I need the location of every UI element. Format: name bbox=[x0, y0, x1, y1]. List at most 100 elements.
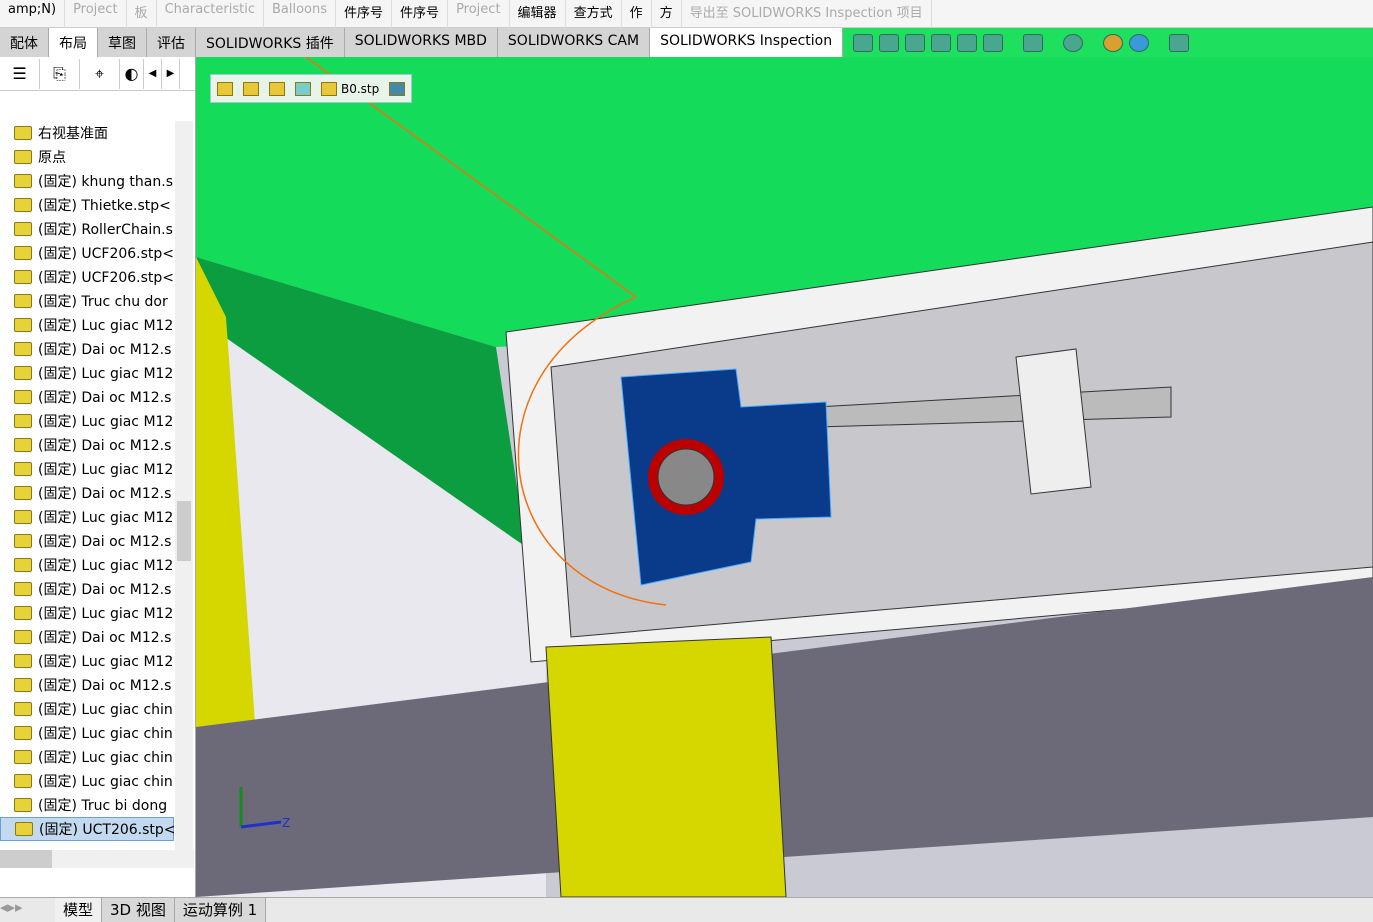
face-icon[interactable] bbox=[389, 81, 406, 96]
tab-4[interactable]: SOLIDWORKS 插件 bbox=[196, 28, 345, 57]
bottom-tab[interactable]: 3D 视图 bbox=[102, 898, 175, 922]
tree-item-label: (固定) Luc giac M12 bbox=[38, 366, 174, 382]
bottom-tab[interactable]: 模型 bbox=[55, 898, 103, 922]
tab-6[interactable]: SOLIDWORKS CAM bbox=[497, 28, 651, 57]
previous-view-icon[interactable] bbox=[905, 33, 926, 52]
tab-2[interactable]: 草图 bbox=[98, 28, 147, 57]
edit-appearance-icon[interactable] bbox=[1103, 33, 1124, 52]
tree-item[interactable]: (固定) UCF206.stp< bbox=[0, 265, 174, 289]
ribbon-command[interactable]: 件序号 bbox=[392, 0, 449, 28]
hide-show-icon[interactable] bbox=[1063, 33, 1084, 52]
fixed-part-icon[interactable] bbox=[321, 81, 337, 96]
tree-item[interactable]: (固定) UCT206.stp< bbox=[0, 817, 174, 841]
component-icon bbox=[14, 366, 32, 380]
3d-model-view: Z bbox=[196, 57, 1373, 897]
component-icon bbox=[14, 390, 32, 404]
dynamic-annotation-icon[interactable] bbox=[957, 33, 978, 52]
component-icon bbox=[14, 678, 32, 692]
tree-item-label: (固定) khung than.s bbox=[38, 174, 173, 190]
ribbon-command[interactable]: Project bbox=[65, 0, 127, 28]
feature-tree-tab-icon[interactable]: ☰ bbox=[0, 58, 40, 89]
zoom-to-area-icon[interactable] bbox=[879, 33, 900, 52]
command-tabs: 配体 布局 草图 评估 SOLIDWORKS 插件 SOLIDWORKS MBD SOLID… bbox=[0, 28, 1373, 57]
ribbon-command[interactable]: Project bbox=[448, 0, 510, 28]
tree-item[interactable]: (固定) UCF206.stp< bbox=[0, 241, 174, 265]
tree-item-label: (固定) Dai oc M12.s bbox=[38, 582, 172, 598]
ribbon-command[interactable]: 编辑器 bbox=[510, 0, 566, 28]
tree-item[interactable]: (固定) Dai oc M12.s bbox=[0, 337, 174, 361]
tree-item[interactable]: (固定) Luc giac M12 bbox=[0, 457, 174, 481]
tree-item[interactable]: (固定) Thietke.stp< bbox=[0, 193, 174, 217]
ribbon-command[interactable]: Balloons bbox=[264, 0, 337, 28]
tree-item[interactable]: (固定) Dai oc M12.s bbox=[0, 673, 174, 697]
tree-horizontal-scrollbar[interactable] bbox=[0, 850, 194, 868]
tree-item[interactable]: (固定) Dai oc M12.s bbox=[0, 481, 174, 505]
ribbon-command[interactable]: 查方式 bbox=[566, 0, 622, 28]
ribbon-command[interactable]: 导出至 SOLIDWORKS Inspection 项目 bbox=[682, 0, 932, 28]
property-manager-tab-icon[interactable]: ⎘ bbox=[40, 58, 80, 89]
scroll-right-button[interactable]: ▶ bbox=[162, 58, 180, 89]
tree-vertical-scrollbar[interactable] bbox=[175, 121, 193, 851]
tree-item[interactable]: (固定) Dai oc M12.s bbox=[0, 625, 174, 649]
view-orientation-icon[interactable] bbox=[983, 33, 1004, 52]
tree-item[interactable]: (固定) Luc giac M12 bbox=[0, 361, 174, 385]
tab-7[interactable]: SOLIDWORKS Inspection bbox=[650, 28, 844, 57]
tree-item-label: (固定) RollerChain.s bbox=[38, 222, 173, 238]
appearance-tab-icon[interactable]: ◐ bbox=[120, 58, 144, 89]
tree-item[interactable]: (固定) Luc giac M12 bbox=[0, 313, 174, 337]
tree-item[interactable]: (固定) Luc giac M12 bbox=[0, 553, 174, 577]
zoom-to-fit-icon[interactable] bbox=[853, 33, 874, 52]
component-icon bbox=[14, 438, 32, 452]
tree-item-label: (固定) Truc bi dong bbox=[38, 798, 168, 814]
tree-item[interactable]: 原点 bbox=[0, 145, 174, 169]
ribbon-command[interactable]: Characteristic bbox=[157, 0, 264, 28]
display-style-icon[interactable] bbox=[1023, 33, 1044, 52]
ribbon-command[interactable]: amp;N) bbox=[0, 0, 66, 28]
tree-item[interactable]: (固定) Luc giac chin bbox=[0, 745, 174, 769]
assembly-icon[interactable] bbox=[243, 81, 259, 96]
configuration-manager-tab-icon[interactable]: ⌖ bbox=[80, 58, 120, 89]
bottom-tab[interactable]: 运动算例 1 bbox=[174, 898, 267, 922]
tree-item[interactable]: (固定) Luc giac chin bbox=[0, 721, 174, 745]
section-view-icon[interactable] bbox=[931, 33, 952, 52]
breadcrumb-file[interactable]: B0.stp bbox=[341, 82, 379, 96]
tree-item[interactable]: (固定) khung than.s bbox=[0, 169, 174, 193]
tree-item[interactable]: (固定) RollerChain.s bbox=[0, 217, 174, 241]
tab-scroll-buttons[interactable]: ◂▸▸ bbox=[0, 898, 55, 922]
ribbon-command[interactable]: 作 bbox=[622, 0, 652, 28]
tree-item[interactable]: (固定) Luc giac chin bbox=[0, 697, 174, 721]
assembly-icon[interactable] bbox=[217, 81, 233, 96]
body-icon[interactable] bbox=[295, 81, 311, 96]
tab-3[interactable]: 评估 bbox=[147, 28, 196, 57]
breadcrumb[interactable]: B0.stp bbox=[210, 74, 413, 103]
tree-item[interactable]: (固定) Luc giac M12 bbox=[0, 409, 174, 433]
tree-item-label: (固定) Luc giac chin bbox=[38, 726, 173, 742]
view-settings-icon[interactable] bbox=[1169, 33, 1190, 52]
tree-item[interactable]: (固定) Truc chu dor bbox=[0, 289, 174, 313]
graphics-area[interactable]: Z B0.stp bbox=[196, 57, 1373, 897]
scene-icon[interactable] bbox=[1129, 33, 1150, 52]
component-icon bbox=[14, 798, 32, 812]
tree-item[interactable]: (固定) Dai oc M12.s bbox=[0, 529, 174, 553]
tree-item[interactable]: (固定) Truc bi dong bbox=[0, 793, 174, 817]
tab-1[interactable]: 布局 bbox=[49, 28, 98, 57]
tab-0[interactable]: 配体 bbox=[0, 28, 49, 57]
ribbon-command[interactable]: 件序号 bbox=[336, 0, 393, 28]
tree-item[interactable]: (固定) Luc giac M12 bbox=[0, 649, 174, 673]
tree-item[interactable]: (固定) Dai oc M12.s bbox=[0, 577, 174, 601]
tree-item[interactable]: (固定) Luc giac M12 bbox=[0, 505, 174, 529]
component-icon bbox=[14, 318, 32, 332]
tree-item[interactable]: (固定) Luc giac chin bbox=[0, 769, 174, 793]
ribbon-command[interactable]: 方 bbox=[652, 0, 682, 28]
part-icon[interactable] bbox=[269, 81, 285, 96]
tree-item[interactable]: (固定) Dai oc M12.s bbox=[0, 433, 174, 457]
component-icon bbox=[14, 534, 32, 548]
tree-item[interactable]: (固定) Luc giac M12 bbox=[0, 601, 174, 625]
tree-item[interactable]: (固定) Dai oc M12.s bbox=[0, 385, 174, 409]
ribbon-command[interactable]: 板 bbox=[127, 0, 157, 28]
tree-item[interactable]: 右视基准面 bbox=[0, 121, 174, 145]
component-icon bbox=[14, 654, 32, 668]
tab-5[interactable]: SOLIDWORKS MBD bbox=[344, 28, 498, 57]
scroll-left-button[interactable]: ◀ bbox=[144, 58, 162, 89]
component-icon bbox=[14, 558, 32, 572]
